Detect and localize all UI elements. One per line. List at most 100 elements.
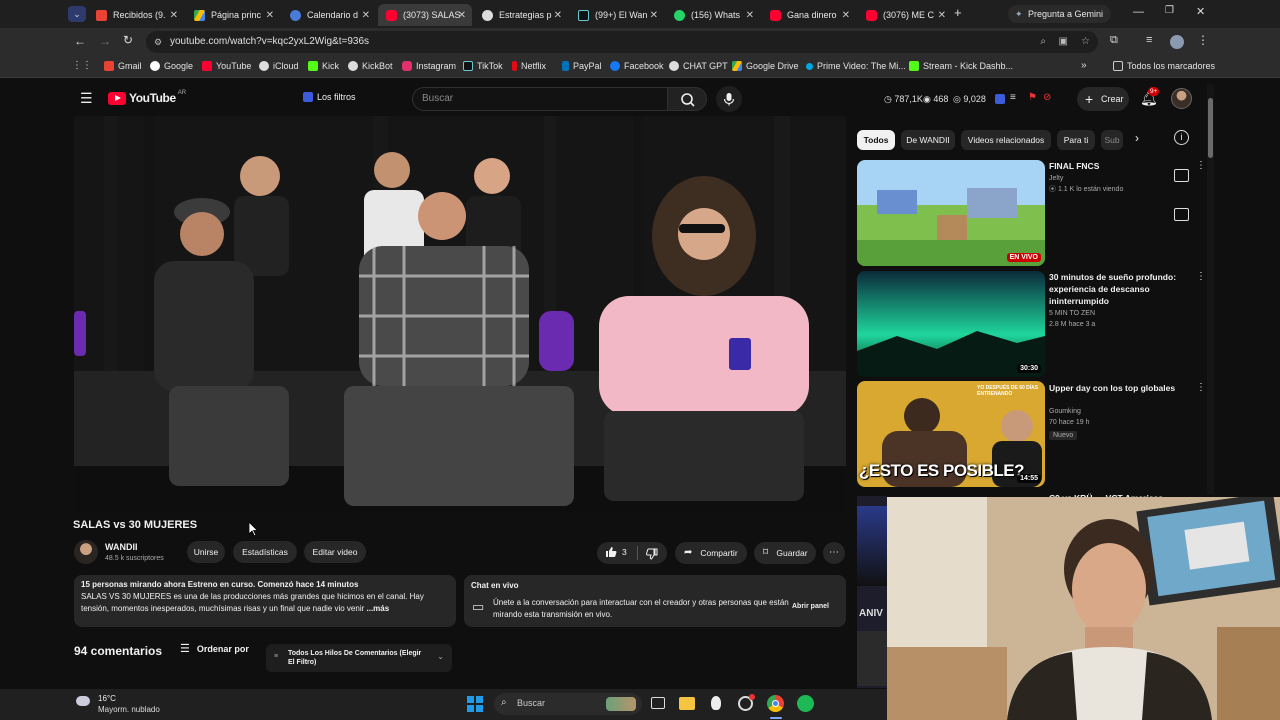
maximize-button[interactable]: ❐ [1165, 5, 1174, 16]
reco-title[interactable]: FINAL FNCS [1049, 160, 1199, 172]
youtube-logo[interactable]: YouTube AR [108, 90, 186, 105]
bookmark-gmail[interactable]: Gmail [104, 61, 142, 71]
tab-youtube-active[interactable]: (3073) SALAS ✕ [378, 4, 472, 26]
address-bar[interactable]: ⚙ youtube.com/watch?v=kqc2yxL2Wig&t=936s… [146, 31, 1098, 53]
more-link[interactable]: ...más [367, 604, 390, 613]
bookmark-netflix[interactable]: Netflix [512, 61, 546, 71]
extension-icon[interactable] [995, 94, 1005, 104]
reco-thumbnail[interactable]: EN VIVO [857, 160, 1045, 266]
list-icon[interactable]: ≡ [1010, 92, 1016, 103]
reco-menu-icon[interactable]: ⋮ [1196, 382, 1206, 393]
sort-comments-button[interactable]: ☰ Ordenar por [180, 642, 249, 655]
reco-thumbnail[interactable]: 30:30 [857, 271, 1045, 377]
close-icon[interactable]: ✕ [458, 10, 466, 21]
tab-youtube-3[interactable]: (3076) ME C ✕ [858, 4, 952, 26]
open-chat-button[interactable]: Abrir panel [792, 603, 829, 610]
create-button[interactable]: + Crear [1077, 87, 1129, 111]
back-arrow-icon[interactable]: ← [74, 34, 86, 48]
join-button[interactable]: Unirse [187, 541, 225, 563]
reco-channel[interactable]: 5 MIN TO ZEN [1049, 309, 1095, 319]
more-actions-button[interactable]: ⋯ [823, 542, 845, 564]
bookmark-tiktok[interactable]: TikTok [463, 61, 503, 71]
alien-app-icon[interactable] [711, 696, 721, 710]
bookmark-star-icon[interactable]: ☆ [1081, 31, 1090, 53]
flag-icon[interactable]: ⚑ [1028, 92, 1037, 103]
page-scrollbar[interactable] [1207, 84, 1214, 494]
close-icon[interactable]: ✕ [746, 10, 754, 21]
windows-start-icon[interactable] [467, 696, 483, 712]
task-view-icon[interactable] [651, 697, 665, 709]
tab-gmail[interactable]: Recibidos (9. ✕ [88, 4, 184, 26]
chip-from-channel[interactable]: De WANDII [901, 130, 955, 150]
chip-all[interactable]: Todos [857, 130, 895, 150]
bookmark-kickbot[interactable]: KickBot [348, 61, 393, 71]
site-info-icon[interactable]: ⚙ [154, 31, 162, 53]
reco-channel[interactable]: Goumking [1049, 407, 1081, 417]
all-bookmarks-folder[interactable]: Todos los marcadores [1113, 61, 1215, 71]
chip-for-you[interactable]: Para ti [1057, 130, 1095, 150]
taskbar-search[interactable]: ⌕ Buscar [494, 693, 642, 715]
extensions-icon[interactable]: ⧉ [1110, 34, 1118, 47]
dislike-button[interactable] [646, 547, 658, 565]
chrome-icon[interactable] [767, 695, 784, 712]
close-icon[interactable]: ✕ [650, 10, 658, 21]
zoom-icon[interactable]: ⌕ [1040, 31, 1046, 53]
apps-grid-icon[interactable]: ⋮⋮ [72, 60, 92, 71]
chip-related[interactable]: Videos relacionados [961, 130, 1051, 150]
close-icon[interactable]: ✕ [554, 10, 562, 21]
tab-calendar[interactable]: Calendario d ✕ [282, 4, 376, 26]
video-player[interactable] [74, 116, 846, 512]
bookmark-google-drive[interactable]: Google Drive [732, 61, 799, 71]
comment-thread-filter[interactable]: ≡ Todos Los Hilos De Comentarios (Elegir… [266, 644, 452, 672]
chevron-right-icon[interactable]: › [1135, 131, 1139, 145]
profile-avatar[interactable] [1170, 35, 1184, 49]
hamburger-menu-icon[interactable]: ☰ [80, 90, 93, 107]
stats-button[interactable]: Estadísticas [233, 541, 297, 563]
reco-channel[interactable]: Jelty [1049, 174, 1063, 184]
close-icon[interactable]: ✕ [266, 10, 274, 21]
reco-menu-icon[interactable]: ⋮ [1196, 160, 1206, 171]
channel-avatar[interactable] [1171, 88, 1192, 109]
spotify-icon[interactable] [797, 695, 814, 712]
like-button[interactable]: 3 [605, 546, 627, 558]
scrollbar-thumb[interactable] [1208, 98, 1213, 158]
voice-search-button[interactable] [716, 86, 742, 112]
reco-thumbnail[interactable]: YO DESPUÉS DE 60 DÍAS ENTRENANDO ¿ESTO E… [857, 381, 1045, 487]
minimize-button[interactable]: — [1133, 6, 1144, 18]
comments-panel-icon[interactable] [1174, 208, 1189, 221]
info-icon[interactable]: i [1174, 130, 1189, 145]
channel-name[interactable]: WANDII [105, 542, 138, 552]
tab-youtube-2[interactable]: Gana dinero ✕ [762, 4, 856, 26]
bookmark-kick-dashboard[interactable]: Stream - Kick Dashb... [909, 61, 1013, 71]
bell-muted-icon[interactable]: ⊘ [1043, 92, 1051, 103]
channel-avatar-video[interactable] [74, 540, 98, 564]
bookmark-icloud[interactable]: iCloud [259, 61, 299, 71]
edit-video-button[interactable]: Editar video [304, 541, 366, 563]
close-icon[interactable]: ✕ [938, 10, 946, 21]
forward-arrow-icon[interactable]: → [99, 34, 111, 48]
new-tab-button[interactable]: + [954, 5, 962, 20]
close-icon[interactable]: ✕ [170, 10, 178, 21]
partial-thumbnail[interactable]: ANIV [857, 496, 887, 688]
bookmark-instagram[interactable]: Instagram [402, 61, 456, 71]
bookmarks-overflow-icon[interactable]: » [1081, 60, 1087, 71]
chip-subscriptions[interactable]: Sub [1101, 130, 1123, 150]
bookmark-prime-video[interactable]: Prime Video: The Mi... [806, 61, 906, 71]
close-icon[interactable]: ✕ [842, 10, 850, 21]
reco-title[interactable]: Upper day con los top globales [1049, 382, 1199, 394]
filters-button[interactable]: Los filtros [303, 92, 356, 102]
bookmark-paypal[interactable]: PayPal [562, 61, 602, 71]
reco-menu-icon[interactable]: ⋮ [1196, 271, 1206, 282]
reco-title[interactable]: 30 minutos de sueño profundo: experienci… [1049, 271, 1199, 307]
search-button[interactable] [667, 87, 707, 111]
bookmark-kick[interactable]: Kick [308, 61, 339, 71]
install-icon[interactable]: ▣ [1059, 31, 1068, 53]
tab-tiktok[interactable]: (99+) El Wan ✕ [570, 4, 664, 26]
tab-whatsapp[interactable]: (156) Whats ✕ [666, 4, 760, 26]
media-icon[interactable]: ≡ [1146, 34, 1152, 46]
share-button[interactable]: ➦ Compartir [675, 542, 747, 564]
tab-search-button[interactable]: ⌄ [68, 6, 86, 22]
gemini-button[interactable]: ✦ Pregunta a Gemini [1008, 5, 1112, 23]
notifications-button[interactable]: 🔔︎ 9+ [1140, 87, 1160, 108]
tab-chatgpt[interactable]: Estrategias p ✕ [474, 4, 568, 26]
